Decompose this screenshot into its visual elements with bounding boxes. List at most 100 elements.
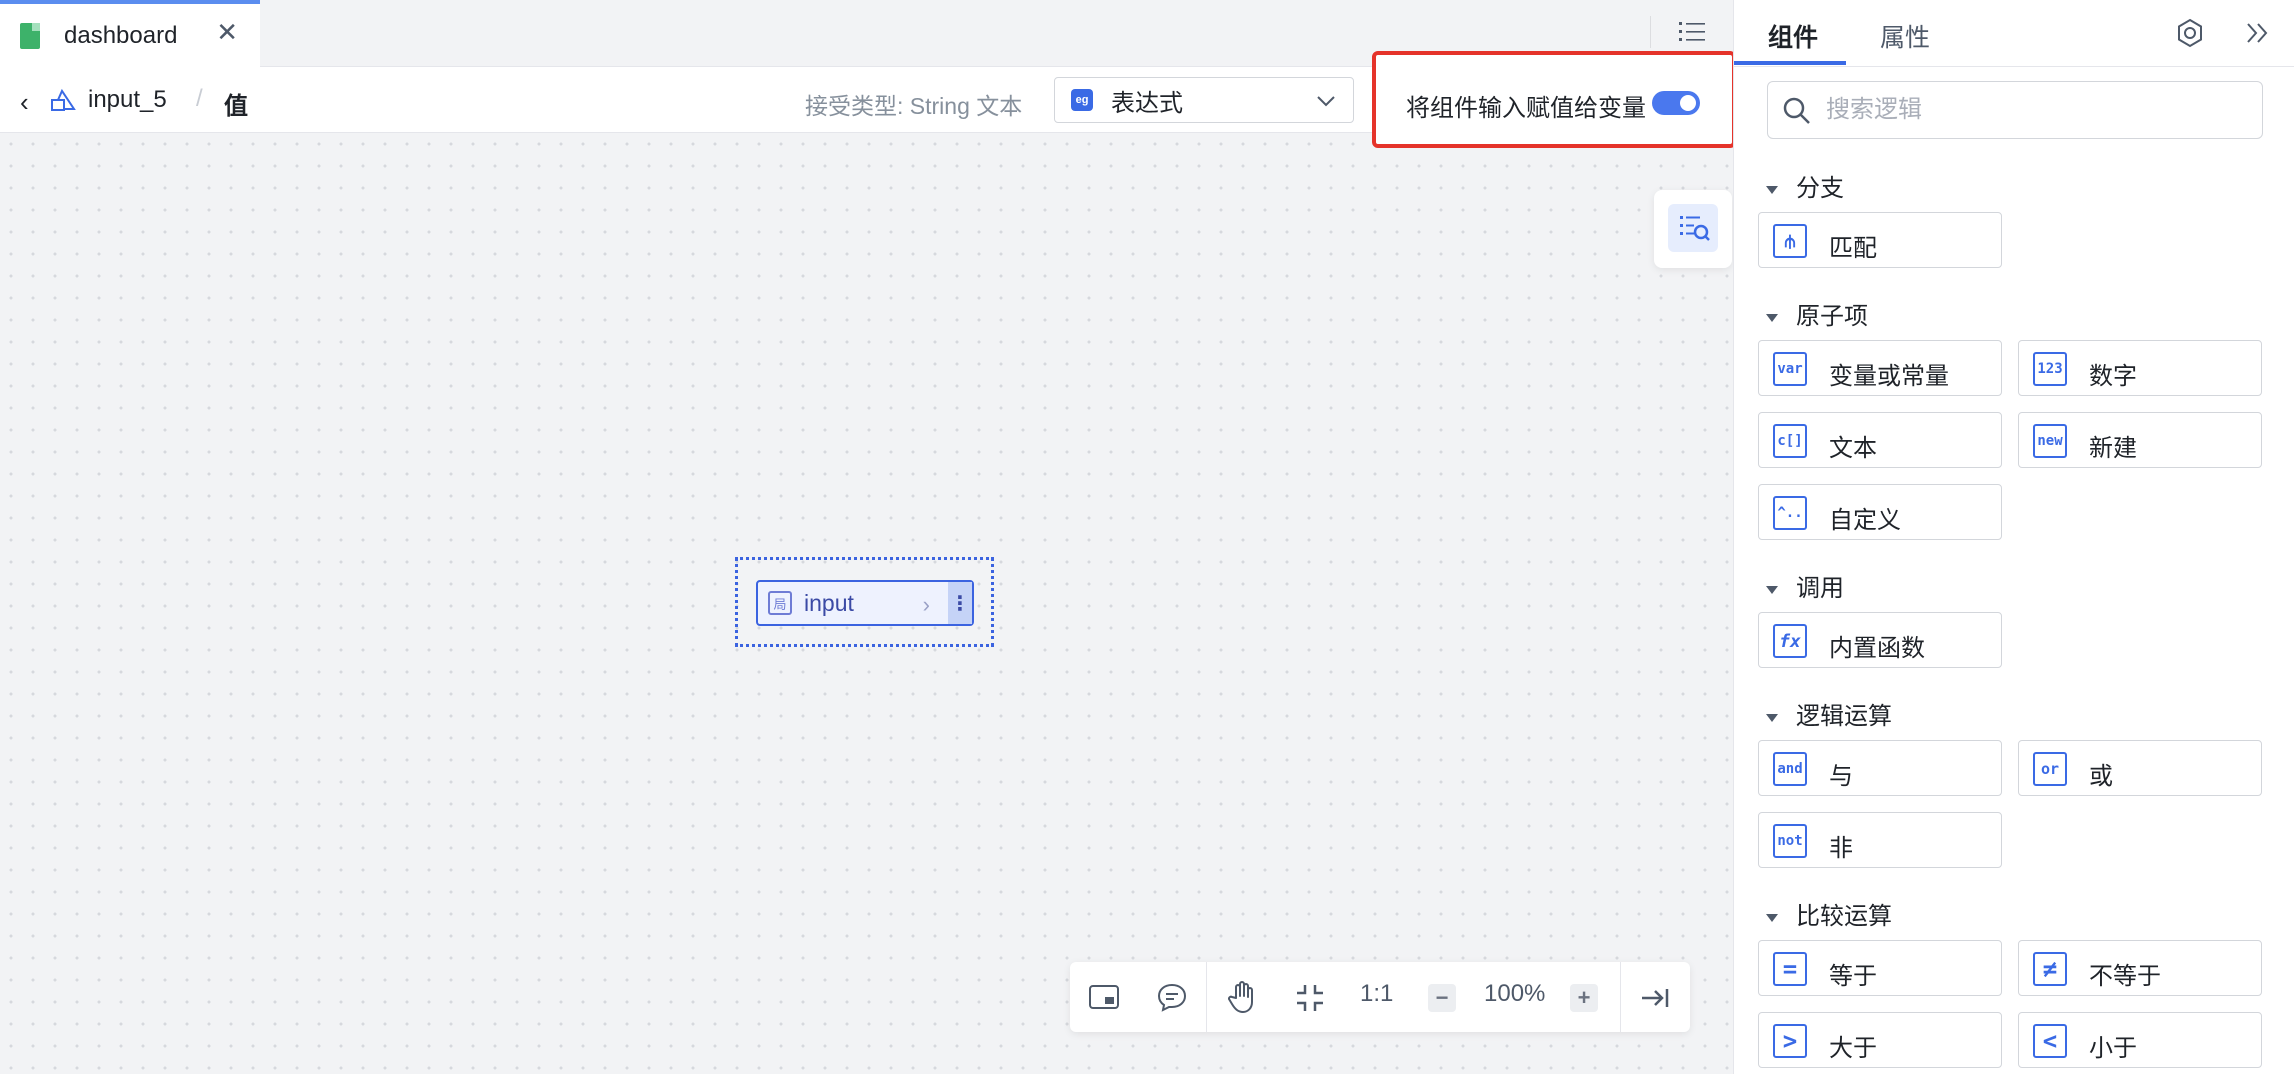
logic-editor: dashboard ✕ ‹ input_5 / 值 接受类型: String 文… xyxy=(0,0,1736,1074)
palette-item-label: 等于 xyxy=(1829,963,1877,990)
palette-item-label: 不等于 xyxy=(2089,963,2161,990)
section-branch[interactable]: 分支 xyxy=(1766,168,1844,203)
palette-item-custom[interactable]: ^.. 自定义 xyxy=(1758,484,2002,540)
or-icon: or xyxy=(2033,752,2067,786)
component-icon xyxy=(51,88,76,111)
section-call[interactable]: 调用 xyxy=(1766,568,1844,603)
toolbar-divider xyxy=(1206,962,1207,1032)
palette-item-label: 或 xyxy=(2089,763,2113,790)
tab-label: dashboard xyxy=(64,21,178,49)
palette-item-new[interactable]: new 新建 xyxy=(2018,412,2262,468)
palette-item-variable[interactable]: var 变量或常量 xyxy=(1758,340,2002,396)
settings-icon[interactable] xyxy=(2175,18,2205,48)
fx-icon: fx xyxy=(1773,624,1807,658)
greater-icon: > xyxy=(1773,1024,1807,1058)
expression-type-value: 表达式 xyxy=(1111,89,1183,117)
logic-palette-panel: 组件 属性 分支 ⫛ 匹配 原子项 var 变量或常量 123 数字 c[] 文… xyxy=(1733,0,2294,1074)
palette-item-equal[interactable]: = 等于 xyxy=(1758,940,2002,996)
search-list-icon xyxy=(1668,204,1718,252)
section-title: 原子项 xyxy=(1796,303,1868,330)
custom-icon: ^.. xyxy=(1773,496,1807,530)
palette-item-text[interactable]: c[] 文本 xyxy=(1758,412,2002,468)
panel-tabs: 组件 属性 xyxy=(1734,0,2294,67)
tab-dashboard[interactable]: dashboard ✕ xyxy=(0,0,260,67)
list-icon[interactable] xyxy=(1679,20,1705,44)
local-variable-icon: 局 xyxy=(768,591,792,615)
selected-node-frame[interactable]: 局 input › ⋮ xyxy=(735,557,994,647)
actual-size-button[interactable]: 1:1 xyxy=(1360,980,1393,1008)
palette-item-label: 变量或常量 xyxy=(1829,363,1949,390)
palette-item-number[interactable]: 123 数字 xyxy=(2018,340,2262,396)
assign-variable-toggle[interactable] xyxy=(1652,91,1700,115)
search-icon xyxy=(1783,97,1810,124)
node-label: input xyxy=(804,589,854,616)
caret-down-icon xyxy=(1766,185,1778,194)
palette-item-label: 大于 xyxy=(1829,1035,1877,1062)
section-title: 调用 xyxy=(1796,575,1844,602)
section-title: 逻辑运算 xyxy=(1796,703,1892,730)
back-icon[interactable]: ‹ xyxy=(20,87,29,118)
palette-item-and[interactable]: and 与 xyxy=(1758,740,2002,796)
palette-item-builtin-function[interactable]: fx 内置函数 xyxy=(1758,612,2002,668)
breadcrumb-current: 值 xyxy=(224,93,248,120)
breadcrumb-separator: / xyxy=(196,85,203,112)
zoom-out-button[interactable]: − xyxy=(1428,984,1456,1012)
active-tab-underline xyxy=(1734,61,1846,65)
palette-item-label: 匹配 xyxy=(1829,235,1877,262)
caret-down-icon xyxy=(1766,585,1778,594)
zoom-in-button[interactable]: + xyxy=(1570,984,1598,1012)
var-icon: var xyxy=(1773,352,1807,386)
hand-icon[interactable] xyxy=(1226,980,1258,1014)
assign-variable-highlight: 将组件输入赋值给变量 xyxy=(1372,51,1736,148)
canvas-toolbar: 1:1 − 100% + xyxy=(1070,962,1690,1032)
palette-item-label: 数字 xyxy=(2089,363,2137,390)
new-icon: new xyxy=(2033,424,2067,458)
expression-type-select[interactable]: eg 表达式 xyxy=(1054,77,1354,123)
double-chevron-right-icon[interactable] xyxy=(2242,18,2272,48)
divider xyxy=(1650,16,1651,48)
toolbar-divider xyxy=(1620,962,1621,1032)
palette-item-label: 文本 xyxy=(1829,435,1877,462)
section-title: 比较运算 xyxy=(1796,903,1892,930)
comment-icon[interactable] xyxy=(1156,982,1188,1012)
match-icon: ⫛ xyxy=(1773,224,1807,258)
section-logic-ops[interactable]: 逻辑运算 xyxy=(1766,696,1892,731)
variable-node[interactable]: 局 input › ⋮ xyxy=(756,580,974,626)
chevron-down-icon xyxy=(1317,96,1335,107)
logic-search-input[interactable] xyxy=(1826,94,2246,126)
palette-item-label: 与 xyxy=(1829,763,1853,790)
zoom-level: 100% xyxy=(1484,980,1546,1007)
not-equal-icon: ≠ xyxy=(2033,952,2067,986)
number-icon: 123 xyxy=(2033,352,2067,386)
component-name[interactable]: input_5 xyxy=(88,86,167,114)
more-icon[interactable]: ⋮ xyxy=(948,582,972,624)
palette-item-match[interactable]: ⫛ 匹配 xyxy=(1758,212,2002,268)
collapse-right-icon[interactable] xyxy=(1640,986,1670,1010)
close-icon[interactable]: ✕ xyxy=(216,17,238,48)
palette-item-less[interactable]: < 小于 xyxy=(2018,1012,2262,1068)
tab-properties[interactable]: 属性 xyxy=(1880,18,1930,54)
palette-item-not[interactable]: not 非 xyxy=(1758,812,2002,868)
palette-item-label: 自定义 xyxy=(1829,507,1901,534)
palette-item-label: 内置函数 xyxy=(1829,635,1925,662)
tab-components[interactable]: 组件 xyxy=(1768,18,1818,54)
and-icon: and xyxy=(1773,752,1807,786)
assign-variable-label: 将组件输入赋值给变量 xyxy=(1406,95,1646,122)
text-icon: c[] xyxy=(1773,424,1807,458)
toggle-knob xyxy=(1680,95,1696,111)
not-icon: not xyxy=(1773,824,1807,858)
palette-item-label: 小于 xyxy=(2089,1035,2137,1062)
palette-item-label: 新建 xyxy=(2089,435,2137,462)
palette-item-greater[interactable]: > 大于 xyxy=(1758,1012,2002,1068)
canvas-search-button[interactable] xyxy=(1654,190,1732,268)
minimap-icon[interactable] xyxy=(1088,984,1120,1010)
chevron-right-icon[interactable]: › xyxy=(923,592,930,618)
document-icon xyxy=(20,22,40,49)
section-atoms[interactable]: 原子项 xyxy=(1766,296,1868,331)
logic-search-box xyxy=(1767,81,2263,139)
palette-item-not-equal[interactable]: ≠ 不等于 xyxy=(2018,940,2262,996)
fit-screen-icon[interactable] xyxy=(1294,982,1326,1014)
section-compare-ops[interactable]: 比较运算 xyxy=(1766,896,1892,931)
section-title: 分支 xyxy=(1796,175,1844,202)
palette-item-or[interactable]: or 或 xyxy=(2018,740,2262,796)
